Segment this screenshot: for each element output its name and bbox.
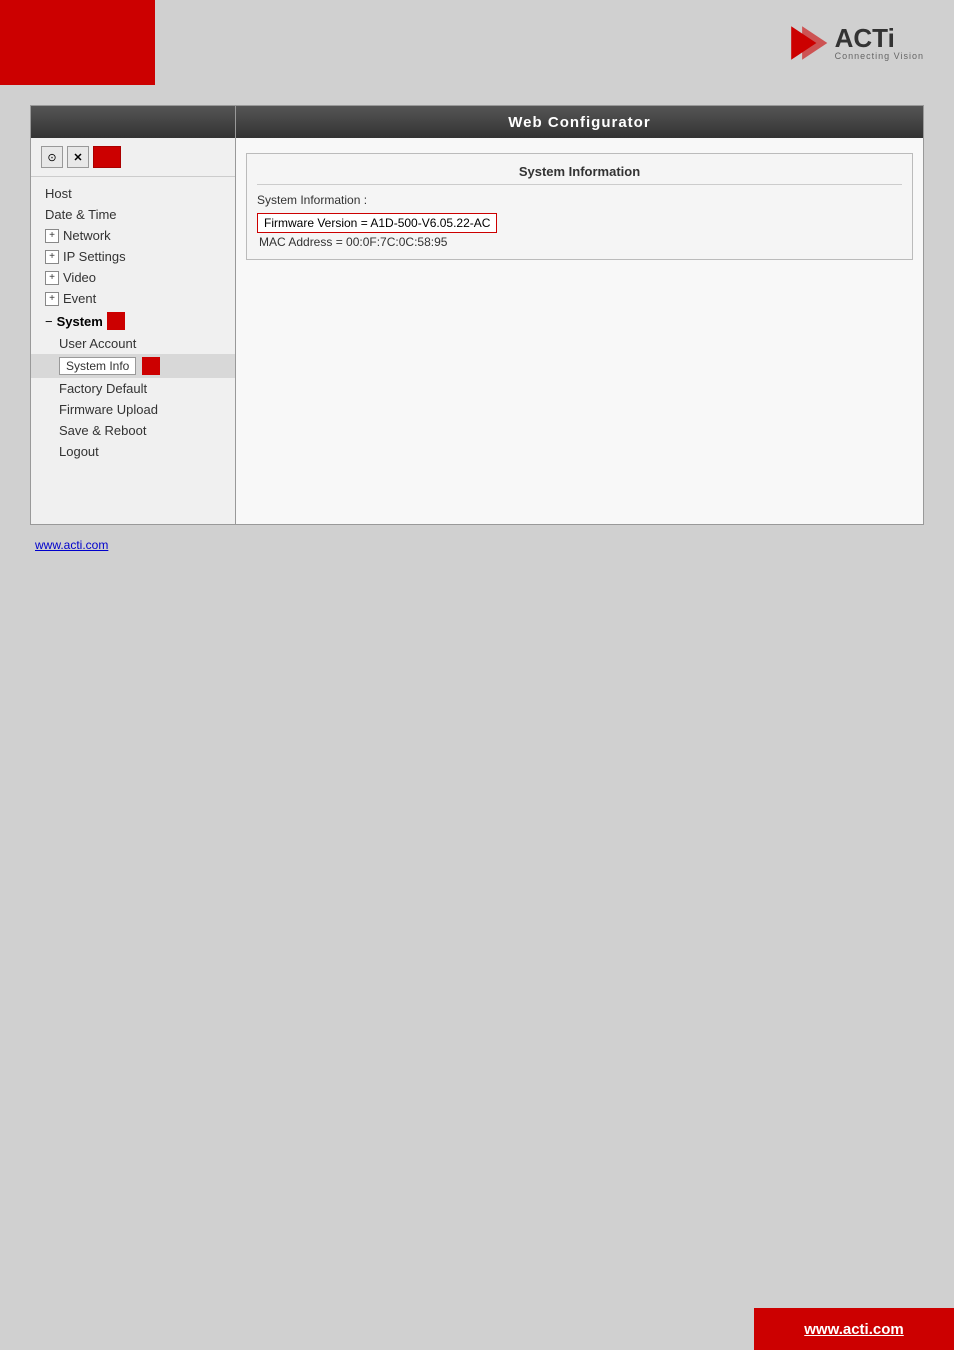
sidebar-header-bar (31, 106, 235, 138)
nav-menu: Host Date & Time + Network + IP Settings… (31, 177, 235, 468)
close-icon: ✕ (73, 151, 82, 164)
system-info-label: System Info (59, 357, 136, 375)
acti-logo-icon (787, 22, 829, 64)
user-account-label: User Account (59, 336, 136, 351)
panel-title: Web Configurator (508, 114, 650, 131)
logo-area: ACTi Connecting Vision (787, 22, 924, 64)
main-content: ⊙ ✕ Host Date & Time + Network (0, 85, 954, 572)
nav-item-ip-settings[interactable]: + IP Settings (31, 246, 235, 267)
nav-item-user-account[interactable]: User Account (31, 333, 235, 354)
system-label: System (57, 314, 103, 329)
date-time-label: Date & Time (45, 207, 117, 222)
logo-text-group: ACTi Connecting Vision (835, 25, 924, 61)
footer-link[interactable]: www.acti.com (804, 1321, 903, 1338)
video-label: Video (63, 270, 96, 285)
ip-settings-label: IP Settings (63, 249, 126, 264)
close-button[interactable]: ✕ (67, 146, 89, 168)
nav-item-logout[interactable]: Logout (31, 441, 235, 462)
panel-content: System Information System Information : … (236, 138, 923, 524)
footer-red-area: www.acti.com (754, 1308, 954, 1350)
system-info-section: System Information System Information : … (246, 153, 913, 260)
network-expand-icon: + (45, 229, 59, 243)
sidebar: ⊙ ✕ Host Date & Time + Network (31, 106, 236, 524)
system-red-indicator (107, 312, 125, 330)
nav-item-host[interactable]: Host (31, 183, 235, 204)
footer-bar: www.acti.com (0, 1308, 954, 1350)
ip-settings-expand-icon: + (45, 250, 59, 264)
top-header: ACTi Connecting Vision (0, 0, 954, 85)
firmware-version-box: Firmware Version = A1D-500-V6.05.22-AC (257, 213, 497, 233)
nav-item-network[interactable]: + Network (31, 225, 235, 246)
configurator-panel: ⊙ ✕ Host Date & Time + Network (30, 105, 924, 525)
panel-title-bar: Web Configurator (236, 106, 923, 138)
sidebar-toolbar: ⊙ ✕ (31, 138, 235, 177)
logo-brand-name: ACTi (835, 25, 895, 51)
network-label: Network (63, 228, 111, 243)
below-panel-link-area: www.acti.com (30, 537, 924, 552)
red-toolbar-block (93, 146, 121, 168)
system-info-section-title: System Information (257, 164, 902, 185)
video-expand-icon: + (45, 271, 59, 285)
nav-item-firmware-upload[interactable]: Firmware Upload (31, 399, 235, 420)
nav-item-video[interactable]: + Video (31, 267, 235, 288)
event-expand-icon: + (45, 292, 59, 306)
nav-item-date-time[interactable]: Date & Time (31, 204, 235, 225)
nav-item-factory-default[interactable]: Factory Default (31, 378, 235, 399)
system-expand-icon: − (45, 314, 53, 329)
logo-tagline: Connecting Vision (835, 51, 924, 61)
right-panel: Web Configurator System Information Syst… (236, 106, 923, 524)
save-reboot-label: Save & Reboot (59, 423, 146, 438)
settings-icon: ⊙ (47, 151, 56, 164)
nav-item-system-info[interactable]: System Info (31, 354, 235, 378)
event-label: Event (63, 291, 96, 306)
info-label: System Information : (257, 193, 902, 207)
factory-default-label: Factory Default (59, 381, 147, 396)
logout-label: Logout (59, 444, 99, 459)
system-info-red-indicator (142, 357, 160, 375)
settings-button[interactable]: ⊙ (41, 146, 63, 168)
below-panel-link[interactable]: www.acti.com (35, 538, 108, 552)
nav-item-system-row[interactable]: − System (31, 309, 235, 333)
firmware-upload-label: Firmware Upload (59, 402, 158, 417)
nav-item-save-reboot[interactable]: Save & Reboot (31, 420, 235, 441)
host-label: Host (45, 186, 72, 201)
nav-item-event[interactable]: + Event (31, 288, 235, 309)
header-red-accent (0, 0, 155, 85)
mac-address-text: MAC Address = 00:0F:7C:0C:58:95 (257, 235, 902, 249)
